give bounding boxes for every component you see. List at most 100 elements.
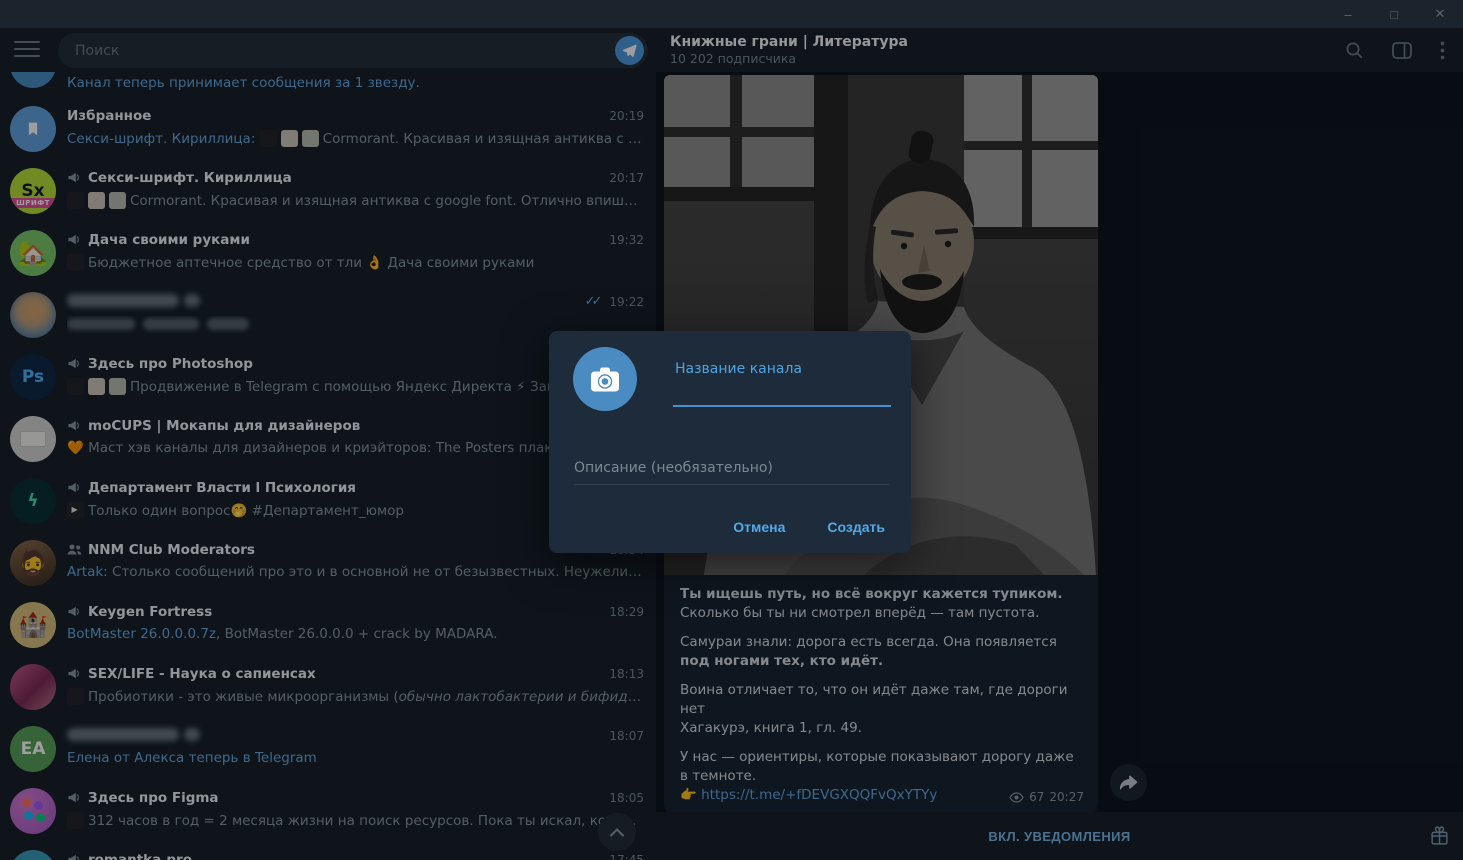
chat-avatar [10,664,56,710]
chat-avatar: EA [10,726,56,772]
megaphone-icon [67,356,82,371]
chat-list-item[interactable]: 🏡Дача своими руками19:32Бюджетное аптечн… [0,222,656,284]
chat-avatar: SxШРИФТ [10,168,56,214]
chat-preview: 312 часов в год = 2 месяца жизни на поис… [67,812,644,830]
views-eye-icon [1009,792,1024,803]
scroll-to-top-button[interactable] [598,813,636,851]
share-button[interactable] [1110,764,1147,801]
channel-subscribers: 10 202 подписчика [670,51,908,66]
chat-name: Здесь про Figma [88,790,219,806]
chat-time: 20:19 [609,109,644,123]
chat-avatar: RO [10,850,56,860]
chat-name: SEX/LIFE - Наука о сапиенсах [88,666,316,682]
more-options-icon[interactable] [1440,41,1445,60]
channel-title: Книжные грани | Литература [670,34,908,50]
close-button[interactable]: ✕ [1417,0,1463,28]
photo-thumbnail [281,130,298,147]
chat-time: 18:29 [609,605,644,619]
chat-list-item-partial[interactable]: Канал теперь принимает сообщения за 1 зв… [0,72,656,98]
video-thumbnail [67,502,84,519]
megaphone-icon [67,232,82,247]
channel-photo-upload-button[interactable] [573,347,637,411]
photo-thumbnail [302,130,319,147]
maximize-button[interactable]: □ [1371,0,1417,28]
chat-time: 18:07 [609,729,644,743]
description-underline[interactable] [574,484,889,485]
post-time: 20:27 [1049,788,1084,807]
chat-name: Здесь про Photoshop [88,356,253,372]
chat-header[interactable]: Книжные грани | Литература 10 202 подпис… [656,28,1463,72]
chat-name: Избранное [67,108,151,124]
chat-name: moCUPS | Мокапы для дизайнеров [88,418,360,434]
chat-time: 19:22 [609,295,644,309]
create-channel-dialog: Название канала Описание (необязательно)… [549,331,911,553]
megaphone-icon [67,170,82,185]
gift-icon[interactable] [1429,825,1450,846]
search-placeholder: Поиск [75,43,615,59]
megaphone-icon [67,852,82,860]
chat-name: romantka.pro [88,852,192,860]
post-text: Ты ищешь путь, но всё вокруг кажется туп… [664,575,1098,812]
photo-thumbnail [67,378,84,395]
chat-avatar: 🧔 [10,540,56,586]
photo-thumbnail [67,688,84,705]
post-meta: 67 20:27 [1009,788,1084,807]
photo-thumbnail [260,130,277,147]
chat-time: 20:17 [609,171,644,185]
chat-avatar [10,416,56,462]
chat-avatar: ϟ [10,478,56,524]
megaphone-icon [67,790,82,805]
camera-icon [590,366,620,393]
chat-preview: Секси-шрифт. Кириллица: Cormorant. Краси… [67,130,644,148]
chat-list-item[interactable]: SxШРИФТСекси-шрифт. Кириллица20:17Cormor… [0,160,656,222]
chat-name: Дача своими руками [88,232,250,248]
chat-avatar [10,788,56,834]
read-checks-icon: ✓✓ [585,294,604,309]
chat-list-item[interactable]: EA 18:07 Елена от Алекса теперь в Telegra… [0,718,656,780]
window-titlebar: – □ ✕ [0,0,1463,28]
chat-name [67,292,200,311]
megaphone-icon [67,480,82,495]
megaphone-icon [67,604,82,619]
chat-list-item[interactable]: Здесь про Figma 18:05 312 часов в год = 2 … [0,780,656,842]
chat-time: 18:13 [609,667,644,681]
chat-name [67,726,200,745]
create-button[interactable]: Создать [825,515,887,539]
chat-name: Департамент Власти l Психология [88,480,356,496]
chat-time: 17:45 [609,853,644,860]
telegram-paper-plane-icon[interactable] [615,36,644,65]
group-icon [67,542,82,557]
cancel-button[interactable]: Отмена [731,515,787,539]
search-icon[interactable] [1345,41,1364,60]
chat-preview: Елена от Алекса теперь в Telegram [67,750,644,768]
chat-list-item[interactable]: 🏰Keygen Fortress18:29BotMaster 26.0.0.0.… [0,594,656,656]
toggle-columns-icon[interactable] [1392,42,1412,59]
chat-time: 18:05 [609,791,644,805]
photo-thumbnail [67,254,84,271]
minimize-button[interactable]: – [1325,0,1371,28]
chat-list-item[interactable]: Избранное 20:19 Секси-шрифт. Кириллица: Co… [0,98,656,160]
channel-name-input[interactable] [673,377,895,405]
photo-thumbnail [88,378,105,395]
chat-preview: Бюджетное аптечное средство от тли 👌 Дач… [67,254,644,272]
photo-thumbnail [109,378,126,395]
chat-list-item[interactable]: RO romantka.pro 17:45 [0,842,656,860]
channel-name-label: Название канала [675,361,802,377]
enable-notifications-button[interactable]: ВКЛ. УВЕДОМЛЕНИЯ [982,828,1136,845]
menu-icon[interactable] [14,41,40,59]
search-input[interactable]: Поиск [58,33,648,68]
chat-preview: Пробиотики - это живые микроорганизмы (о… [67,688,644,706]
views-count: 67 [1029,788,1044,807]
chat-avatar [10,106,56,152]
chat-list-item[interactable]: SEX/LIFE - Наука о сапиенсах 18:13 Пробиот… [0,656,656,718]
chat-avatar: 🏰 [10,602,56,648]
megaphone-icon [67,666,82,681]
share-arrow-icon [1120,775,1138,791]
description-placeholder: Описание (необязательно) [574,460,773,476]
telegram-window: – □ ✕ Поиск Канал теперь принимает сообщ… [0,0,1463,860]
chat-footer: ВКЛ. УВЕДОМЛЕНИЯ [656,812,1463,860]
invite-link[interactable]: https://t.me/+fDEVGXQQFvQxYTYy [701,787,937,803]
chat-avatar [10,292,56,338]
chat-time: 19:32 [609,233,644,247]
photo-thumbnail [67,192,84,209]
